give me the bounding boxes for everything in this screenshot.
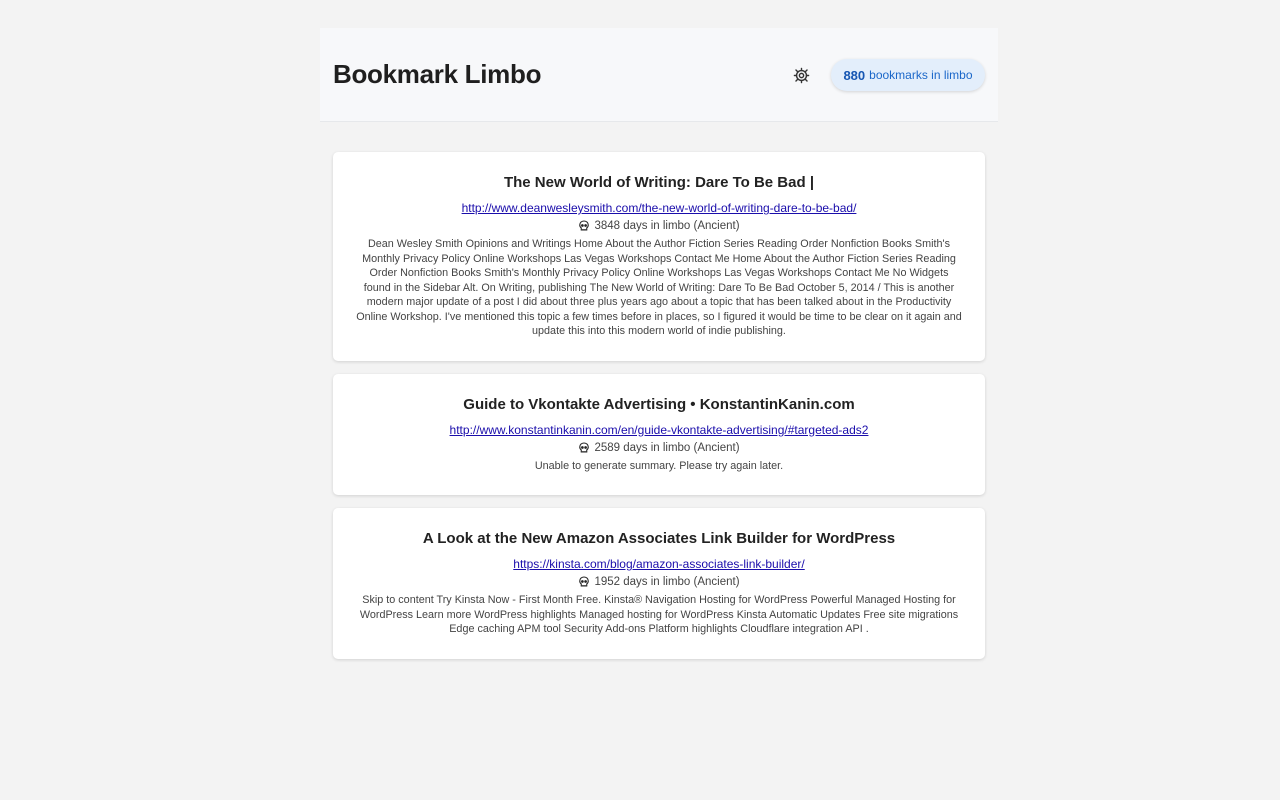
bookmark-link[interactable]: https://kinsta.com/blog/amazon-associate…	[355, 557, 963, 571]
bookmark-link[interactable]: http://www.konstantinkanin.com/en/guide-…	[355, 423, 963, 437]
bookmark-title: The New World of Writing: Dare To Be Bad…	[503, 174, 815, 191]
bookmark-title: Guide to Vkontakte Advertising • Konstan…	[463, 395, 855, 413]
bookmark-age-text: 2589 days in limbo (Ancient)	[594, 441, 740, 454]
settings-button[interactable]	[790, 64, 812, 86]
bookmark-count: 880	[843, 67, 866, 83]
bookmark-age: 1952 days in limbo (Ancient)	[355, 576, 963, 588]
bookmark-summary: Dean Wesley Smith Opinions and Writings …	[356, 238, 962, 337]
bookmark-title: A Look at the New Amazon Associates Link…	[422, 530, 896, 547]
bookmark-count-badge: 880 bookmarks in limbo	[831, 59, 985, 91]
bookmark-age-text: 1952 days in limbo (Ancient)	[594, 576, 740, 588]
bookmark-card: A Look at the New Amazon Associates Link…	[333, 508, 985, 659]
skull-icon	[579, 220, 590, 231]
bookmark-age: 2589 days in limbo (Ancient)	[355, 442, 963, 454]
bookmark-card: Guide to Vkontakte Advertising • Konstan…	[333, 373, 985, 495]
bookmark-summary: Unable to generate summary. Please try a…	[534, 459, 784, 472]
bookmark-list: The New World of Writing: Dare To Be Bad…	[333, 152, 985, 672]
skull-icon	[579, 441, 590, 453]
skull-icon	[579, 576, 590, 587]
gear-icon	[793, 67, 809, 83]
app-title: Bookmark Limbo	[333, 59, 542, 89]
bookmark-age-text: 3848 days in limbo (Ancient)	[594, 220, 740, 232]
header: Bookmark Limbo 880 bookmarks in limbo	[320, 28, 998, 122]
bookmark-age: 3848 days in limbo (Ancient)	[355, 220, 963, 232]
bookmark-link[interactable]: http://www.deanwesleysmith.com/the-new-w…	[355, 201, 963, 215]
bookmark-summary: Skip to content Try Kinsta Now - First M…	[359, 594, 959, 635]
app-container: Bookmark Limbo 880 bookmarks in limbo Th…	[320, 28, 998, 659]
bookmark-card: The New World of Writing: Dare To Be Bad…	[333, 152, 985, 361]
bookmark-count-label: bookmarks in limbo	[869, 68, 973, 82]
